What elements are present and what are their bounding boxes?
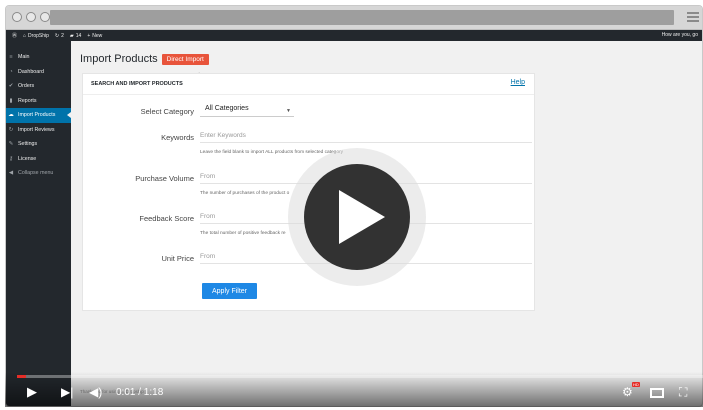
- browser-menu-icon[interactable]: [687, 12, 699, 22]
- keywords-hint: Leave the field blank to import ALL prod…: [200, 150, 344, 155]
- wp-admin-bar: Ⓦ ⌂ DropShip ↻ 2 ▰ 14 + New How are you, go: [6, 30, 702, 41]
- admin-sidebar: ≡ Main ◔ Dashboard ✔ Orders ▮ Reports ☁ Impor…: [6, 41, 71, 406]
- volume-label: Purchase Volume: [135, 174, 194, 183]
- video-controls: ▶ ▶| ◀) 0:01 / 1:18 ⚙ HD ⛶: [5, 372, 703, 407]
- admin-bar-comments[interactable]: ▰ 14: [70, 33, 81, 39]
- menu-icon: ≡: [9, 54, 13, 61]
- keywords-label: Keywords: [161, 133, 194, 142]
- sidebar-item-main[interactable]: ≡ Main: [6, 50, 71, 65]
- play-control-icon[interactable]: ▶: [27, 385, 37, 399]
- direct-import-button[interactable]: Direct Import: [161, 53, 209, 65]
- help-link[interactable]: Help: [511, 79, 525, 86]
- feedback-hint: The total number of positive feedback re: [200, 231, 286, 236]
- sidebar-item-settings[interactable]: ✎ Settings: [6, 137, 71, 152]
- maximize-window-icon[interactable]: [40, 12, 50, 22]
- apply-filter-button[interactable]: Apply Filter: [202, 283, 257, 299]
- sidebar-item-license[interactable]: ⚷ License: [6, 152, 71, 167]
- hd-badge: HD: [632, 382, 640, 387]
- panel-header: SEARCH AND IMPORT PRODUCTS Help: [83, 74, 534, 95]
- address-bar[interactable]: [50, 10, 674, 25]
- next-icon[interactable]: ▶|: [61, 385, 73, 399]
- admin-bar-new[interactable]: + New: [87, 33, 102, 39]
- sidebar-item-reports[interactable]: ▮ Reports: [6, 94, 71, 109]
- fullscreen-icon[interactable]: ⛶: [679, 385, 687, 399]
- settings-gear-icon[interactable]: ⚙: [622, 385, 633, 399]
- volume-icon[interactable]: ◀): [89, 385, 102, 399]
- cloud-icon: ☁: [8, 112, 14, 119]
- comment-icon: ▰: [69, 32, 74, 39]
- admin-bar-site[interactable]: ⌂ DropShip: [23, 33, 49, 39]
- play-icon: [339, 190, 385, 244]
- category-label: Select Category: [140, 107, 194, 116]
- price-label: Unit Price: [161, 254, 194, 263]
- wordpress-icon[interactable]: Ⓦ: [12, 32, 17, 39]
- time-display: 0:01 / 1:18: [116, 387, 164, 398]
- refresh-icon: ↻: [54, 32, 60, 39]
- sidebar-item-orders[interactable]: ✔ Orders: [6, 79, 71, 94]
- page-header: Import Products Direct Import: [80, 53, 209, 65]
- dashboard-icon: ◔: [9, 68, 13, 75]
- refresh-icon: ↻: [8, 126, 14, 133]
- progress-fill: [17, 375, 26, 378]
- bar-chart-icon: ▮: [9, 97, 13, 104]
- wrench-icon: ✎: [8, 141, 14, 148]
- browser-chrome: [6, 6, 702, 30]
- chevron-down-icon: ▼: [286, 108, 291, 114]
- window-controls: [12, 12, 50, 22]
- panel-title: SEARCH AND IMPORT PRODUCTS: [91, 81, 183, 87]
- minimize-window-icon[interactable]: [26, 12, 36, 22]
- feedback-label: Feedback Score: [139, 214, 194, 223]
- sidebar-item-import-reviews[interactable]: ↻ Import Reviews: [6, 123, 71, 138]
- collapse-icon: ◀: [8, 170, 14, 177]
- category-select[interactable]: All Categories ▼: [200, 105, 294, 117]
- admin-bar-updates[interactable]: ↻ 2: [55, 33, 64, 39]
- admin-bar-greeting[interactable]: How are you, go: [662, 32, 698, 38]
- keywords-input[interactable]: Enter Keywords: [200, 132, 532, 143]
- sidebar-item-import-products[interactable]: ☁ Import Products: [6, 108, 71, 123]
- sidebar-item-dashboard[interactable]: ◔ Dashboard: [6, 65, 71, 80]
- plus-icon: +: [87, 32, 91, 39]
- key-icon: ⚷: [8, 155, 14, 162]
- volume-hint: The number of purchases of the product o: [200, 191, 290, 196]
- page-title: Import Products: [80, 53, 158, 65]
- progress-bar[interactable]: [17, 375, 703, 378]
- theater-mode-icon[interactable]: [650, 388, 664, 398]
- home-icon: ⌂: [23, 32, 27, 39]
- check-icon: ✔: [8, 83, 14, 90]
- sidebar-collapse-menu[interactable]: ◀ Collapse menu: [6, 166, 71, 181]
- close-window-icon[interactable]: [12, 12, 22, 22]
